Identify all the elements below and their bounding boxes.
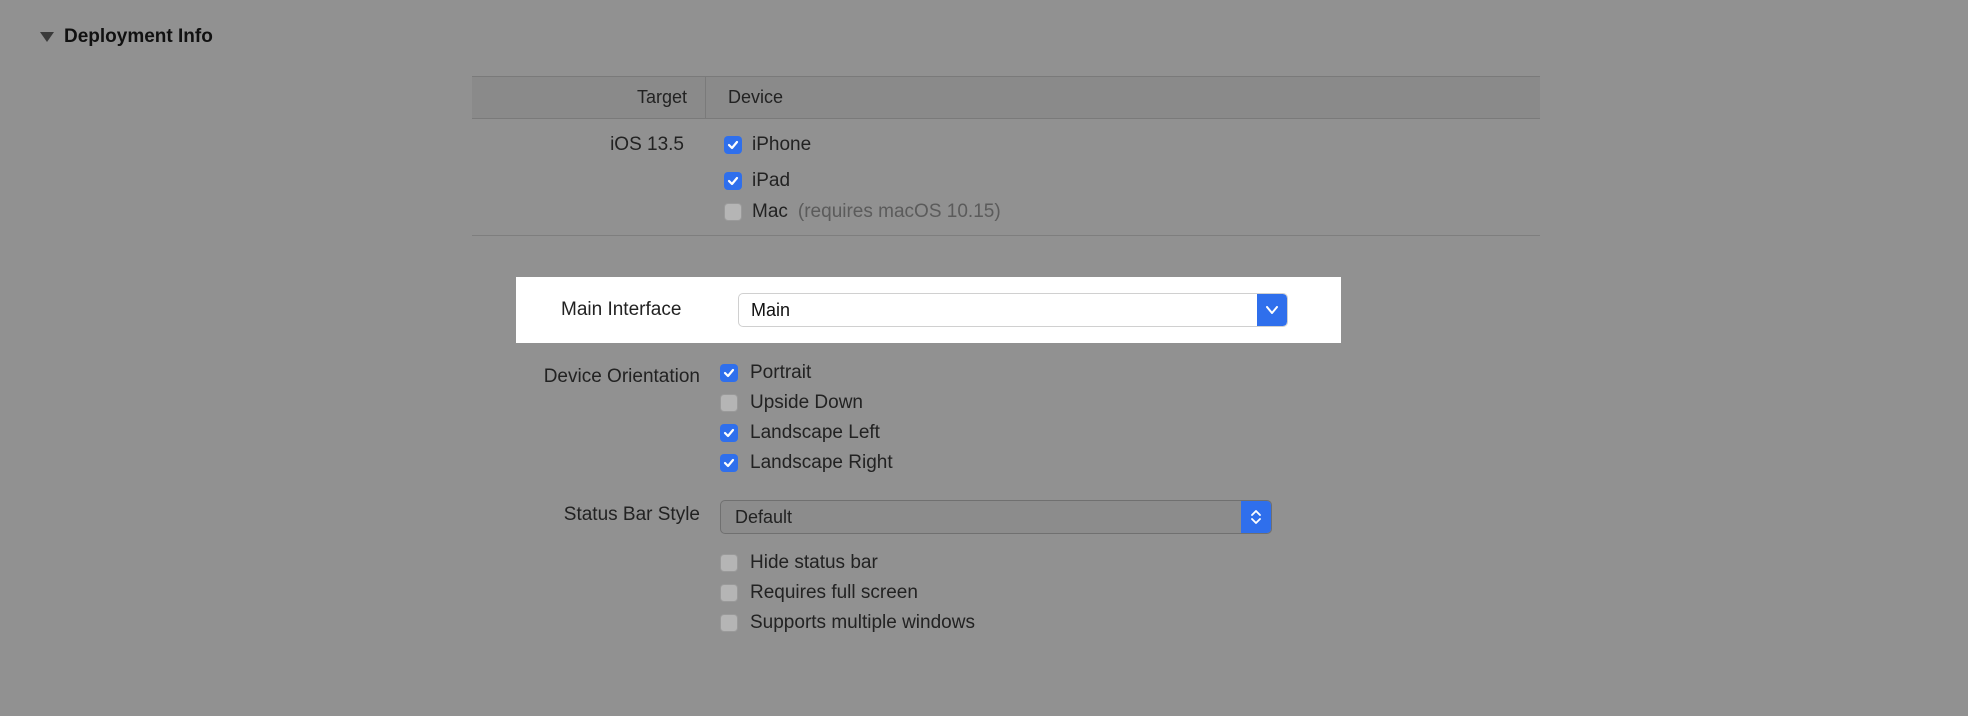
table-body: iOS 13.5 iPhone iPad [472,119,1540,236]
orientation-landscape-left: Landscape Left [720,422,1540,444]
column-header-target: Target [472,77,706,118]
checkbox-requires-full-screen[interactable] [720,584,738,602]
orientation-landscape-right: Landscape Right [720,452,1540,474]
section-header[interactable]: Deployment Info [40,26,213,48]
device-ipad-cell: iPad [706,170,1540,192]
hide-status-bar-option: Hide status bar [720,552,1540,574]
hide-status-bar-label: Hide status bar [750,552,878,574]
column-header-device: Device [706,77,1540,118]
device-mac-note: (requires macOS 10.15) [798,201,1001,223]
requires-full-screen-label: Requires full screen [750,582,918,604]
main-interface-row: Main Interface Main [516,277,1341,343]
updown-chevron-icon[interactable] [1241,501,1271,533]
table-row: iOS 13.5 iPhone [472,127,1540,163]
chevron-down-icon[interactable] [1257,294,1287,326]
status-bar-style-value: Default Hide status bar Requires full sc… [720,500,1540,634]
checkbox-supports-multiple-windows[interactable] [720,614,738,632]
checkbox-iphone[interactable] [724,136,742,154]
status-bar-style-label: Status Bar Style [472,500,720,526]
supports-multiple-windows-option: Supports multiple windows [720,612,1540,634]
orientation-portrait: Portrait [720,362,1540,384]
device-iphone-cell: iPhone [706,134,1540,156]
device-iphone-label: iPhone [752,134,811,156]
table-row: Mac (requires macOS 10.15) [472,199,1540,235]
device-orientation-row: Device Orientation Portrait Upside Down … [472,362,1540,474]
status-bar-style-selected: Default [721,507,1241,528]
checkbox-portrait[interactable] [720,364,738,382]
device-orientation-label: Device Orientation [472,362,720,388]
device-mac-label: Mac [752,201,788,223]
disclosure-triangle-icon[interactable] [40,32,54,42]
device-orientation-options: Portrait Upside Down Landscape Left Land… [720,362,1540,474]
section-title: Deployment Info [64,26,213,48]
status-bar-style-row: Status Bar Style Default Hide status bar… [472,500,1540,634]
table-header-row: Target Device [472,76,1540,119]
requires-full-screen-option: Requires full screen [720,582,1540,604]
table-row: iPad [472,163,1540,199]
checkbox-upside-down[interactable] [720,394,738,412]
landscape-right-label: Landscape Right [750,452,893,474]
device-mac-cell: Mac (requires macOS 10.15) [706,201,1540,223]
main-interface-value[interactable]: Main [739,300,1257,321]
checkbox-landscape-right[interactable] [720,454,738,472]
status-bar-style-select[interactable]: Default [720,500,1272,534]
target-version-label: iOS 13.5 [610,134,684,156]
form-area: Device Orientation Portrait Upside Down … [472,362,1540,640]
upside-down-label: Upside Down [750,392,863,414]
checkbox-mac[interactable] [724,203,742,221]
checkbox-hide-status-bar[interactable] [720,554,738,572]
checkbox-landscape-left[interactable] [720,424,738,442]
portrait-label: Portrait [750,362,811,384]
supports-multiple-windows-label: Supports multiple windows [750,612,975,634]
main-interface-combobox[interactable]: Main [738,293,1288,327]
checkbox-ipad[interactable] [724,172,742,190]
target-device-table: Target Device iOS 13.5 iPhone [472,76,1540,236]
main-interface-label: Main Interface [561,299,681,321]
device-ipad-label: iPad [752,170,790,192]
orientation-upside-down: Upside Down [720,392,1540,414]
target-version-cell[interactable]: iOS 13.5 [472,134,706,156]
landscape-left-label: Landscape Left [750,422,880,444]
